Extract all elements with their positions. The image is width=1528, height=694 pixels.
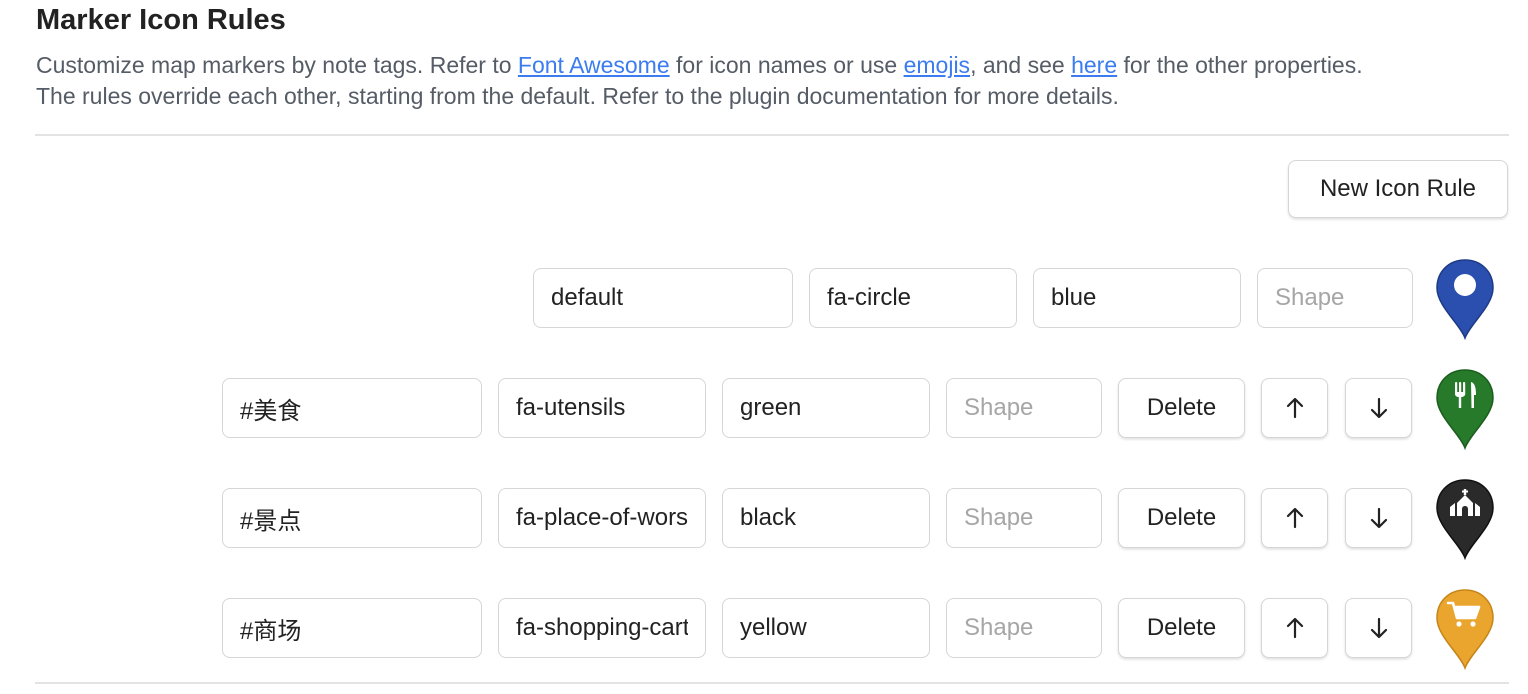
move-down-button[interactable] — [1345, 378, 1412, 438]
arrow-up-icon — [1286, 617, 1303, 639]
circle-icon — [1454, 274, 1476, 296]
arrow-up-icon — [1286, 397, 1303, 419]
arrow-down-icon — [1370, 617, 1387, 639]
arrow-down-icon — [1370, 397, 1387, 419]
rule-shape-input[interactable] — [946, 488, 1102, 548]
bottom-divider — [35, 682, 1509, 684]
rule-tag-input[interactable] — [222, 598, 482, 658]
default-tag-input[interactable] — [533, 268, 793, 328]
rule-color-input[interactable] — [722, 378, 930, 438]
rule-icon-input[interactable] — [498, 378, 706, 438]
arrow-down-icon — [1370, 507, 1387, 529]
rule-icon-input[interactable] — [498, 598, 706, 658]
arrow-up-icon — [1286, 507, 1303, 529]
rule-color-input[interactable] — [722, 598, 930, 658]
new-icon-rule-button[interactable]: New Icon Rule — [1288, 160, 1508, 218]
rule-marker-preview — [1436, 479, 1494, 560]
delete-rule-button[interactable]: Delete — [1118, 378, 1245, 438]
description-line-2: The rules override each other, starting … — [36, 83, 1119, 109]
rule-tag-input[interactable] — [222, 488, 482, 548]
default-marker-preview — [1436, 259, 1494, 340]
move-up-button[interactable] — [1261, 598, 1328, 658]
description-text: Customize map markers by note tags. Refe… — [36, 52, 518, 78]
description-text: for the other properties. — [1117, 52, 1363, 78]
delete-rule-button[interactable]: Delete — [1118, 488, 1245, 548]
move-down-button[interactable] — [1345, 488, 1412, 548]
emojis-link[interactable]: emojis — [904, 52, 970, 78]
default-color-input[interactable] — [1033, 268, 1241, 328]
rule-shape-input[interactable] — [946, 378, 1102, 438]
move-down-button[interactable] — [1345, 598, 1412, 658]
section-description: Customize map markers by note tags. Refe… — [36, 50, 1516, 112]
move-up-button[interactable] — [1261, 488, 1328, 548]
default-icon-input[interactable] — [809, 268, 1017, 328]
description-line-1: Customize map markers by note tags. Refe… — [36, 50, 1516, 81]
rule-shape-input[interactable] — [946, 598, 1102, 658]
rule-marker-preview — [1436, 369, 1494, 450]
description-text: for icon names or use — [669, 52, 904, 78]
section-title: Marker Icon Rules — [36, 4, 286, 36]
description-text: , and see — [970, 52, 1072, 78]
top-divider — [35, 134, 1509, 136]
rule-color-input[interactable] — [722, 488, 930, 548]
font-awesome-link[interactable]: Font Awesome — [518, 52, 670, 78]
here-link[interactable]: here — [1071, 52, 1117, 78]
rule-icon-input[interactable] — [498, 488, 706, 548]
default-shape-input[interactable] — [1257, 268, 1413, 328]
move-up-button[interactable] — [1261, 378, 1328, 438]
rule-tag-input[interactable] — [222, 378, 482, 438]
rule-marker-preview — [1436, 589, 1494, 670]
delete-rule-button[interactable]: Delete — [1118, 598, 1245, 658]
